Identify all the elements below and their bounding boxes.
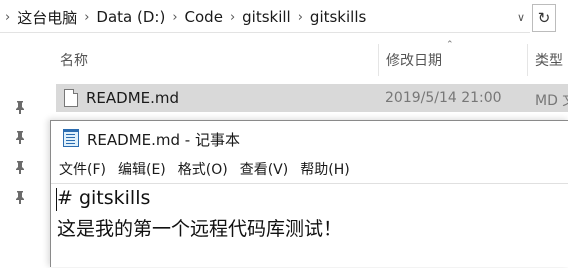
quick-access-pins — [0, 84, 40, 266]
file-type: MD 文 — [535, 93, 568, 109]
chevron-down-icon: ∨ — [516, 11, 526, 24]
column-header-date-modified[interactable]: 修改日期 — [386, 50, 442, 70]
column-divider[interactable] — [527, 44, 528, 76]
pin-icon[interactable] — [14, 130, 28, 144]
text-line: 这是我的第一个远程代码库测试！ — [57, 218, 343, 240]
file-name: README.md — [86, 89, 180, 107]
menu-edit[interactable]: 编辑(E) — [112, 157, 172, 183]
notepad-title: README.md - 记事本 — [87, 131, 240, 149]
file-row[interactable]: README.md 2019/5/14 21:00 MD 文 — [56, 84, 568, 112]
notepad-app-icon[interactable] — [63, 129, 79, 147]
history-dropdown-button[interactable]: ∨ — [512, 8, 530, 28]
breadcrumb[interactable]: › 这台电脑 › Data (D:) › Code › gitskill › g… — [0, 2, 530, 33]
notepad-text-area[interactable]: # gitskills 这是我的第一个远程代码库测试！ — [51, 183, 568, 268]
notepad-window: README.md - 记事本 文件(F) 编辑(E) 格式(O) 查看(V) … — [50, 120, 568, 267]
breadcrumb-code[interactable]: Code — [181, 8, 227, 26]
menu-help[interactable]: 帮助(H) — [294, 157, 355, 183]
chevron-right-icon[interactable]: › — [81, 10, 92, 25]
chevron-right-icon[interactable]: › — [169, 10, 180, 25]
breadcrumb-gitskill[interactable]: gitskill — [238, 8, 295, 26]
chevron-right-icon[interactable]: › — [227, 10, 238, 25]
refresh-button[interactable]: ↻ — [532, 4, 556, 32]
notepad-menu-bar: 文件(F) 编辑(E) 格式(O) 查看(V) 帮助(H) — [51, 157, 356, 183]
address-bar: › 这台电脑 › Data (D:) › Code › gitskill › g… — [0, 0, 568, 36]
breadcrumb-data-drive[interactable]: Data (D:) — [92, 8, 169, 26]
file-icon — [64, 89, 78, 107]
sort-indicator-icon: ⌃ — [446, 40, 454, 50]
notepad-title-bar[interactable]: README.md - 记事本 — [51, 121, 568, 155]
column-header-row: 名称 ⌃ 修改日期 类型 — [0, 40, 568, 76]
breadcrumb-this-pc[interactable]: 这台电脑 — [13, 7, 81, 28]
breadcrumb-gitskills[interactable]: gitskills — [306, 8, 370, 26]
file-date-modified: 2019/5/14 21:00 — [385, 90, 502, 106]
chevron-right-icon[interactable]: › — [295, 10, 306, 25]
refresh-icon: ↻ — [537, 9, 551, 27]
menu-file[interactable]: 文件(F) — [51, 157, 112, 183]
chevron-right-icon[interactable]: › — [2, 10, 13, 25]
column-header-name[interactable]: 名称 — [60, 50, 88, 70]
column-divider[interactable] — [378, 44, 379, 76]
pin-icon[interactable] — [14, 100, 28, 114]
pin-icon[interactable] — [14, 160, 28, 174]
menu-view[interactable]: 查看(V) — [234, 157, 295, 183]
menu-format[interactable]: 格式(O) — [172, 157, 234, 183]
column-header-type[interactable]: 类型 — [535, 50, 563, 70]
text-line: # gitskills — [57, 187, 151, 209]
breadcrumb-path: › 这台电脑 › Data (D:) › Code › gitskill › g… — [0, 2, 370, 32]
pin-icon[interactable] — [14, 190, 28, 204]
